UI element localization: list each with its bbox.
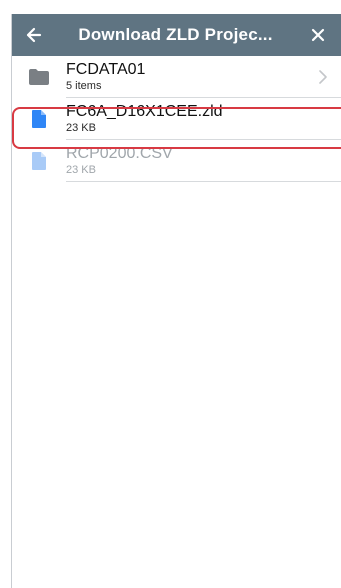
file-list: FCDATA01 5 items FC6A_D16X1CEE.zld 23 KB (12, 56, 341, 182)
file-meta: 23 KB (66, 164, 96, 176)
list-item-file-selected[interactable]: FC6A_D16X1CEE.zld 23 KB (12, 98, 341, 140)
header-bar: Download ZLD Projec... (12, 14, 341, 56)
file-icon (12, 140, 66, 182)
close-icon (311, 28, 325, 42)
arrow-left-icon (26, 27, 42, 43)
file-icon (12, 98, 66, 140)
file-name: RCP0200.CSV (66, 145, 173, 162)
list-item-file-disabled: RCP0200.CSV 23 KB (12, 140, 341, 182)
file-browser-screen: Download ZLD Projec... FCDATA01 5 items (11, 14, 341, 588)
chevron-right-icon (311, 70, 335, 84)
file-meta: 5 items (66, 80, 102, 92)
back-button[interactable] (18, 20, 48, 50)
file-name: FC6A_D16X1CEE.zld (66, 103, 223, 120)
page-title: Download ZLD Projec... (78, 25, 273, 44)
close-button[interactable] (303, 20, 333, 50)
list-item-text: FCDATA01 5 items (66, 61, 311, 93)
list-item-text: RCP0200.CSV 23 KB (66, 145, 341, 177)
folder-icon (12, 56, 66, 98)
list-item-text: FC6A_D16X1CEE.zld 23 KB (66, 103, 341, 135)
list-item-folder[interactable]: FCDATA01 5 items (12, 56, 341, 98)
file-meta: 23 KB (66, 122, 96, 134)
file-name: FCDATA01 (66, 61, 146, 78)
